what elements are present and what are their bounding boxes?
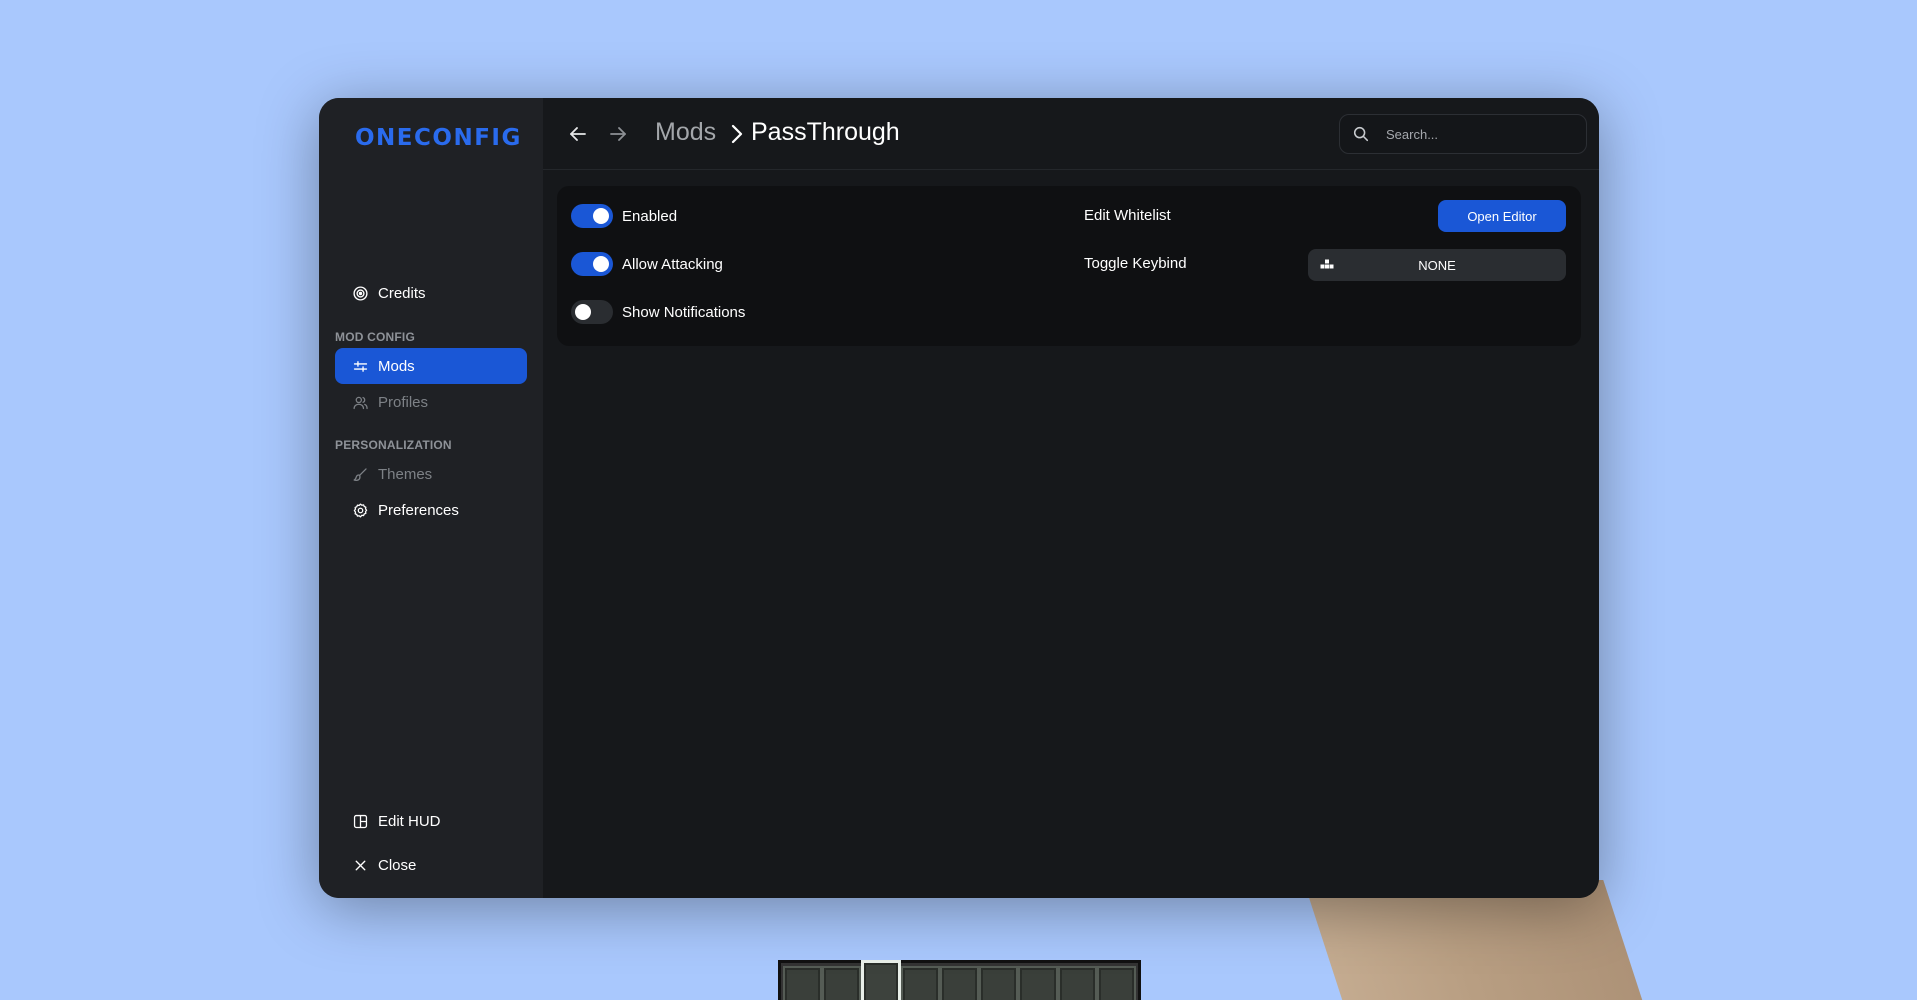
hotbar-slot: [939, 966, 980, 1000]
section-mod-config: MOD CONFIG: [335, 330, 415, 344]
edit-hud-button[interactable]: Edit HUD: [335, 803, 527, 839]
users-icon: [353, 396, 368, 409]
player-hand: [1303, 880, 1649, 1000]
hotbar-slot: [822, 966, 862, 1000]
search-box[interactable]: [1339, 114, 1587, 154]
main-panel: Mods PassThrough Enabled Allow Attacking: [543, 98, 1599, 898]
hotbar-slot-selected: [861, 960, 901, 1000]
hotbar-slot: [900, 966, 940, 1000]
toggle-knob: [593, 256, 609, 272]
header: Mods PassThrough: [543, 98, 1599, 170]
back-arrow-icon[interactable]: [566, 122, 590, 146]
option-label: Allow Attacking: [622, 255, 723, 273]
option-show-notifications: Show Notifications: [571, 300, 745, 324]
sidebar-item-label: Close: [378, 856, 417, 874]
sidebar: ONECONFIG Credits MOD CONFIG Mods Profil…: [319, 98, 543, 898]
layout-icon: [353, 814, 368, 828]
sidebar-item-credits[interactable]: Credits: [335, 275, 527, 311]
hotbar-slot: [783, 966, 823, 1000]
enabled-toggle[interactable]: [571, 204, 613, 228]
toggle-knob: [593, 208, 609, 224]
option-allow-attacking: Allow Attacking: [571, 252, 723, 276]
sidebar-item-label: Preferences: [378, 501, 459, 519]
section-personalization: PERSONALIZATION: [335, 438, 452, 452]
breadcrumb-parent[interactable]: Mods: [655, 118, 716, 147]
sidebar-item-profiles[interactable]: Profiles: [335, 384, 527, 420]
sidebar-item-preferences[interactable]: Preferences: [335, 492, 527, 528]
sidebar-item-label: Mods: [378, 357, 415, 375]
hotbar-slot: [1018, 966, 1058, 1000]
sidebar-item-label: Credits: [378, 284, 426, 302]
credits-icon: [353, 285, 368, 301]
brush-icon: [353, 467, 367, 481]
toggle-keybind-label: Toggle Keybind: [1084, 255, 1187, 272]
app-logo: ONECONFIG: [355, 125, 522, 151]
option-label: Enabled: [622, 207, 678, 225]
keybind-button[interactable]: NONE: [1308, 249, 1566, 281]
breadcrumb-current: PassThrough: [751, 118, 900, 146]
hotbar-slot: [1057, 966, 1097, 1000]
keyboard-icon: [1320, 259, 1334, 269]
sidebar-item-mods[interactable]: Mods: [335, 348, 527, 384]
allow-attacking-toggle[interactable]: [571, 252, 613, 276]
close-button[interactable]: Close: [335, 847, 527, 883]
option-label: Show Notifications: [622, 303, 746, 321]
close-icon: [355, 860, 366, 870]
sliders-icon: [353, 360, 368, 372]
game-hotbar: [778, 960, 1141, 1000]
sidebar-item-themes[interactable]: Themes: [335, 456, 527, 492]
toggle-knob: [575, 304, 591, 320]
gear-icon: [353, 502, 368, 518]
oneconfig-window: ONECONFIG Credits MOD CONFIG Mods Profil…: [319, 98, 1599, 898]
search-input[interactable]: [1386, 126, 1566, 142]
hotbar-slot: [1096, 966, 1137, 1000]
sidebar-item-label: Profiles: [378, 393, 429, 411]
edit-whitelist-label: Edit Whitelist: [1084, 207, 1171, 224]
option-enabled: Enabled: [571, 204, 677, 228]
open-editor-button[interactable]: Open Editor: [1438, 200, 1566, 232]
chevron-right-icon: [731, 124, 743, 144]
show-notifications-toggle[interactable]: [571, 300, 613, 324]
search-icon: [1353, 126, 1369, 142]
sidebar-item-label: Themes: [378, 465, 433, 483]
keybind-value: NONE: [1418, 257, 1456, 273]
options-card: Enabled Allow Attacking Show Notificatio…: [557, 186, 1581, 346]
sidebar-item-label: Edit HUD: [378, 812, 441, 830]
hotbar-slot: [979, 966, 1019, 1000]
forward-arrow-icon[interactable]: [606, 122, 630, 146]
